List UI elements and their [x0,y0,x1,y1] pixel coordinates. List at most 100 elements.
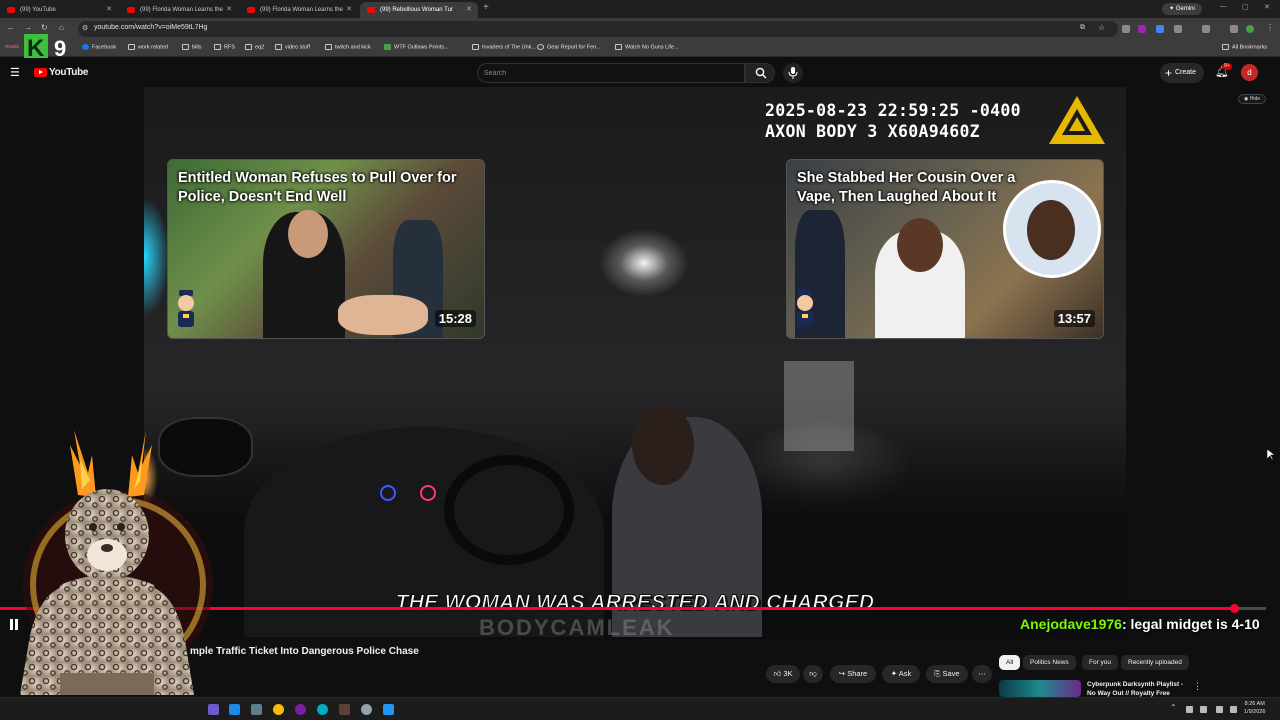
save-button[interactable]: ⎘ Save [926,665,968,683]
hide-overlay-button[interactable]: ◉ Hide [1238,94,1266,104]
bookmark-folder[interactable]: bills [182,44,201,50]
bookmark-facebook[interactable]: Facebook [82,44,116,50]
taskbar-clock[interactable]: 8:26 AM 1/9/2026 [1244,700,1265,716]
edge-icon[interactable] [317,704,328,715]
chip-for-you[interactable]: For you [1082,655,1119,670]
close-window-icon[interactable]: ✕ [1264,3,1270,11]
hamburger-menu-icon[interactable]: ☰ [10,66,20,79]
new-tab-button[interactable]: + [483,2,489,13]
end-screen-video-card[interactable]: Entitled Woman Refuses to Pull Over for … [167,159,485,339]
puzzle-extensions-icon[interactable] [1174,25,1182,33]
account-avatar[interactable]: d [1241,64,1258,81]
extension-icon[interactable] [1138,25,1146,33]
bookmark-folder[interactable]: RFS [214,44,235,50]
bookmark-label: WTF Outlaws Points... [394,44,449,51]
share-button[interactable]: ↪ Share [830,665,876,683]
recommended-video-thumbnail[interactable] [999,680,1081,697]
more-actions-button[interactable]: ⋯ [972,665,992,683]
tray-chevron-up-icon[interactable]: ⌃ [1170,703,1177,712]
install-icon[interactable]: ⧉ [1080,24,1085,32]
watermark-text: BODYCAMLEAK [479,615,675,639]
bookmark-folder[interactable]: twitch and kick [325,44,371,50]
police-mascot-icon [797,290,813,327]
close-tab-icon[interactable]: ✕ [106,2,112,18]
thumbs-up-icon: 👍︎ [773,669,782,678]
close-tab-icon[interactable]: ✕ [226,2,232,18]
recommended-menu-icon[interactable]: ⋮ [1193,681,1202,692]
extension-icon[interactable] [1156,25,1164,33]
tray-icon[interactable] [1186,706,1193,713]
reload-icon[interactable]: ↻ [41,23,48,32]
video-scene-window [784,361,854,451]
video-player[interactable]: 2025-08-23 22:59:25 -0400 AXON BODY 3 X6… [144,87,1126,639]
voice-search-button[interactable] [783,63,803,83]
url-text: youtube.com/watch?v=oiMe59tL7Hg [94,24,208,31]
minimize-icon[interactable]: — [1220,3,1227,10]
sidepanel-icon[interactable] [1202,25,1210,33]
tray-icon[interactable] [1200,706,1207,713]
browser-tab[interactable]: (99) Florida Woman Learns the ✕ [120,2,238,18]
back-icon[interactable]: ← [7,23,15,32]
end-screen-video-card[interactable]: She Stabbed Her Cousin Over a Vape, Then… [786,159,1104,339]
recommended-video-title[interactable]: Cyberpunk Darksynth Playlist - No Way Ou… [1087,680,1187,697]
chip-politics-news[interactable]: Politics News [1023,655,1076,670]
thumbnail-face [288,210,328,258]
bookmark-link[interactable]: WTF Outlaws Points... [384,44,449,50]
chip-all[interactable]: All [999,655,1021,670]
bookmark-link[interactable]: Invaders of The Unk... [472,44,536,50]
taskbar-app-icon[interactable] [339,704,350,715]
profile-icon[interactable] [1246,25,1254,33]
browser-tab[interactable]: (99) Florida Woman Learns the ✕ [240,2,358,18]
taskbar-app-icon[interactable] [229,704,240,715]
maximize-icon[interactable]: ▢ [1242,3,1249,11]
chip-recently-uploaded[interactable]: Recently uploaded [1121,655,1189,670]
extension-icon[interactable] [1122,25,1130,33]
dislike-button[interactable]: 👎︎ [803,665,823,683]
bookmarks-bar: music Facebook work related bills RFS eq… [0,40,1280,57]
search-box[interactable] [477,63,745,83]
forward-icon[interactable]: → [24,23,32,32]
eye-icon: ◉ [1243,96,1249,102]
ask-button[interactable]: ✦ Ask [882,665,920,683]
bookmark-music[interactable]: music [5,44,19,50]
taskbar-app-icon[interactable] [383,704,394,715]
chat-icon[interactable] [1230,25,1238,33]
like-button[interactable]: 👍︎ 3K [766,665,800,683]
wifi-icon[interactable] [1216,706,1223,713]
site-info-icon[interactable]: ⚙ [82,24,88,32]
bookmark-link[interactable]: Watch No Guns Life... [615,44,679,50]
close-tab-icon[interactable]: ✕ [466,2,472,18]
bookmark-folder[interactable]: eq2 [245,44,264,50]
gemini-button[interactable]: ✦ Gemini [1162,3,1202,15]
chrome-icon[interactable] [273,704,284,715]
menu-kebab-icon[interactable]: ⋮ [1266,23,1274,32]
search-button[interactable] [745,63,775,83]
bookmark-link[interactable]: Gear Report for Fen... [537,44,601,50]
address-bar[interactable]: ⚙ youtube.com/watch?v=oiMe59tL7Hg ⧉ ☆ [78,21,1118,37]
chat-text: : legal midget is 4-10 [1121,616,1260,632]
all-bookmarks[interactable]: All Bookmarks [1222,44,1267,50]
site-icon [615,44,622,50]
progress-scrubber-handle[interactable] [1230,604,1240,613]
search-input[interactable] [484,67,734,79]
bookmark-folder[interactable]: video stuff [275,44,310,50]
bookmark-folder[interactable]: work related [128,44,168,50]
clock-date: 1/9/2026 [1244,709,1266,715]
home-icon[interactable]: ⌂ [59,23,64,32]
folder-icon [245,44,252,50]
create-button[interactable]: + Create [1160,63,1204,83]
taskbar-app-icon[interactable] [251,704,262,715]
volume-icon[interactable] [1230,706,1237,713]
bookmark-star-icon[interactable]: ☆ [1098,23,1105,32]
youtube-logo-icon[interactable] [34,68,47,77]
taskbar-app-icon[interactable] [208,704,219,715]
close-tab-icon[interactable]: ✕ [346,2,352,18]
browser-tab[interactable]: (99) YouTube ✕ [0,2,118,18]
save-label: Save [942,669,960,678]
browser-tab-active[interactable]: (99) Rebellious Woman Tur ✕ [360,2,478,18]
browser-tab-strip: (99) YouTube ✕ (99) Florida Woman Learns … [0,0,1280,18]
gemini-label: Gemini [1175,6,1195,12]
settings-gear-icon[interactable] [361,704,372,715]
youtube-logo-text[interactable]: YouTube [49,67,89,78]
taskbar-app-icon[interactable] [295,704,306,715]
